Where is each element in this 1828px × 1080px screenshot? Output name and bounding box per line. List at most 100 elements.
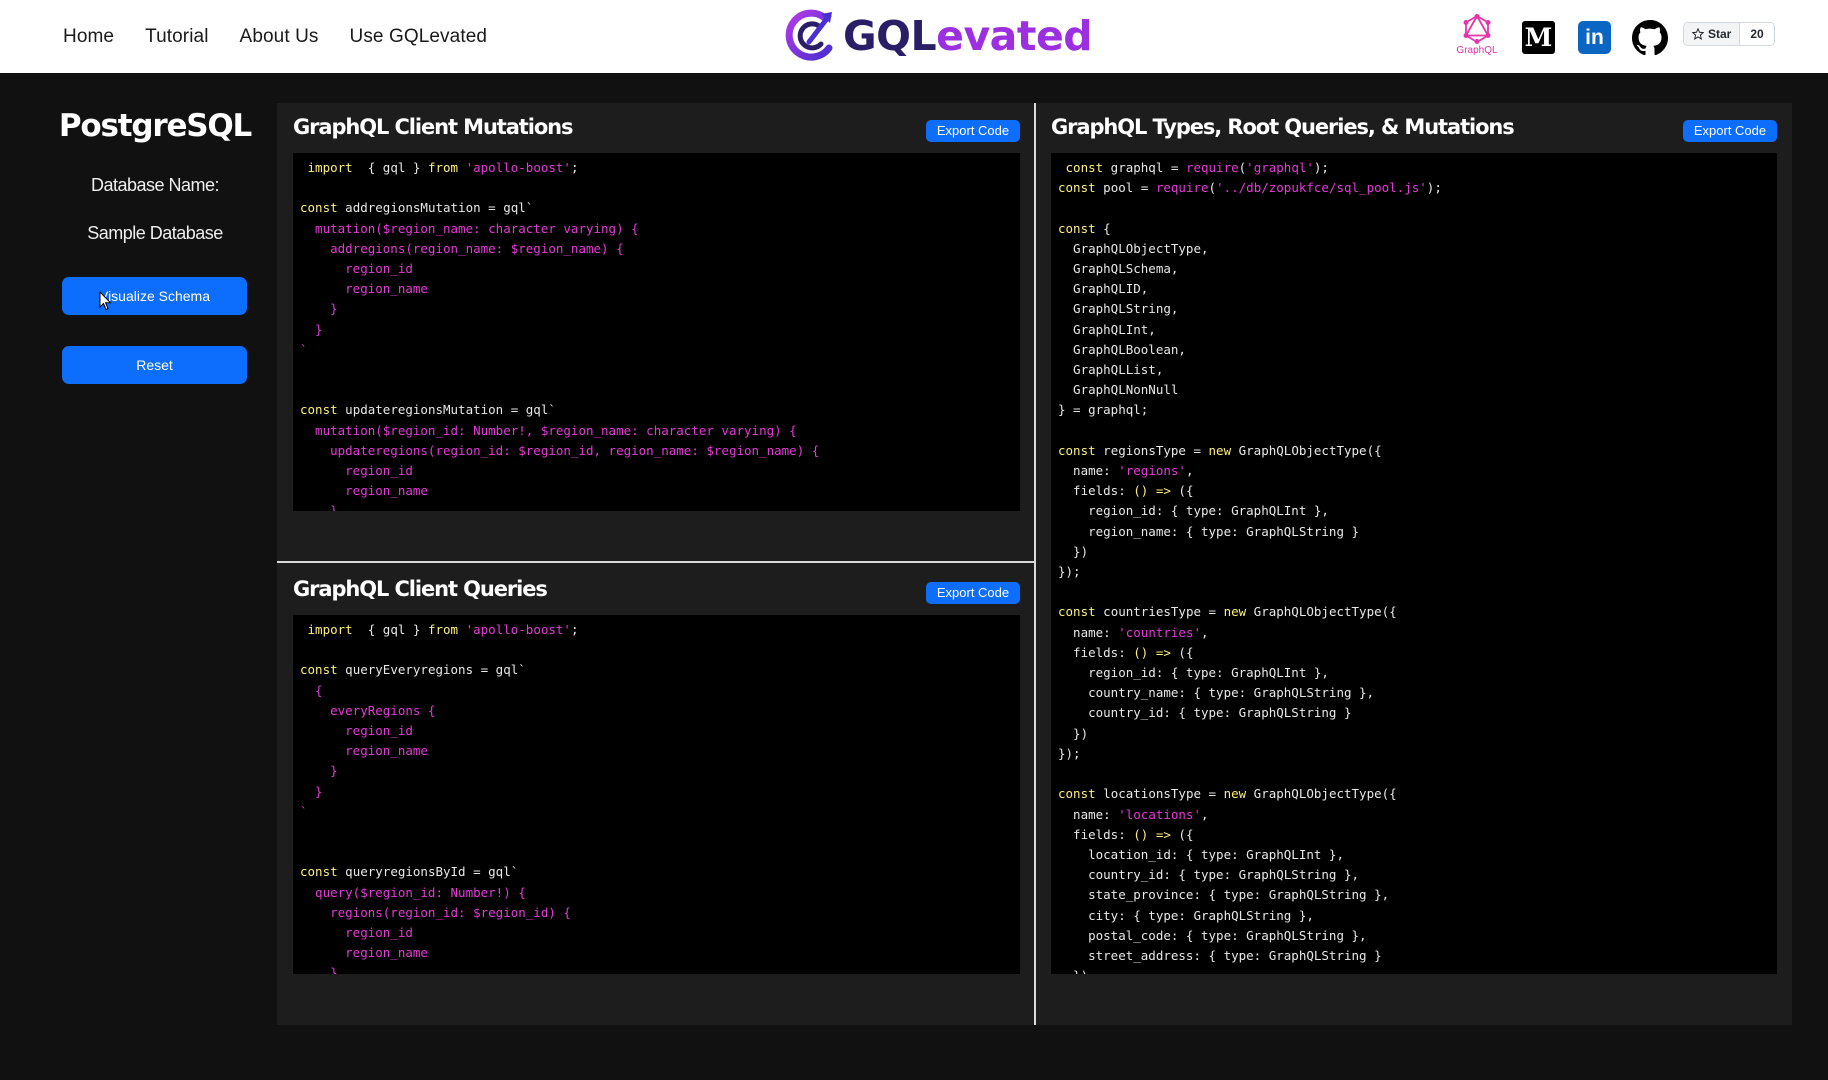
code-line: location_id: { type: GraphQLInt }, [1058,845,1777,865]
nav-about-link[interactable]: About Us [240,26,319,48]
code-token: region_id: { type: GraphQLInt }, [1058,503,1329,519]
code-line: }) [1058,724,1777,744]
code-line: fields: () => ({ [1058,825,1777,845]
code-line: postal_code: { type: GraphQLString }, [1058,926,1777,946]
code-token: GraphQLID, [1058,281,1149,297]
code-token: GraphQLBoolean, [1058,341,1186,357]
graphql-link[interactable]: GraphQL [1451,14,1503,68]
code-token: import [300,160,353,175]
code-token: } [300,301,338,317]
reset-button[interactable]: Reset [62,346,247,384]
types-code-block: const graphql = require('graphql'); const… [1051,153,1777,974]
code-token: } = graphql; [1058,402,1149,418]
code-token: region_id [300,261,413,277]
code-token: , [1201,624,1209,640]
code-token: const [300,402,338,418]
medium-icon[interactable]: M [1522,21,1555,54]
code-line: region_id [300,923,1020,943]
code-line: GraphQLInt, [1058,320,1777,340]
code-token: postal_code: { type: GraphQLString }, [1058,927,1367,943]
code-token: ); [1313,160,1329,175]
star-count[interactable]: 20 [1740,23,1774,45]
code-token: locationsType = [1095,786,1224,802]
code-token: new [1208,442,1232,458]
code-token: new [1223,604,1247,620]
code-token: () => [1133,644,1171,660]
code-token: { [300,682,323,698]
code-line: } [300,299,1020,319]
code-token: GraphQLList, [1058,362,1164,378]
export-types-button[interactable]: Export Code [1683,120,1777,142]
code-line: region_name: { type: GraphQLString } [1058,522,1777,542]
code-line: fields: () => ({ [1058,643,1777,663]
visualize-schema-button[interactable]: Visualize Schema [62,277,247,315]
code-line: region_name [300,741,1020,761]
code-token: }) [1058,968,1088,974]
code-token: name: [1058,624,1119,640]
code-token: queryregionsById = gql` [337,864,519,880]
code-line: GraphQLString, [1058,299,1777,319]
code-token: const [1058,786,1096,802]
brand-logo[interactable]: GQLevated [785,5,1093,67]
code-token: { gql } [352,160,428,175]
star-icon [1692,28,1704,40]
code-token: query($region_id: Number!) { [300,884,526,900]
code-line: { [300,681,1020,701]
export-queries-button[interactable]: Export Code [926,582,1020,604]
code-token: 'graphql' [1246,160,1314,175]
code-line: regions(region_id: $region_id) { [300,903,1020,923]
nav-use-link[interactable]: Use GQLevated [350,26,488,48]
code-token: } [300,503,338,511]
github-icon[interactable] [1632,20,1668,56]
code-token: pool = [1095,180,1156,196]
code-line: import { gql } from 'apollo-boost'; [300,158,1020,178]
code-line: }) [1058,542,1777,562]
code-token: 'apollo-boost' [465,622,571,637]
code-token: region_name: { type: GraphQLString } [1058,523,1360,539]
code-token: } [300,965,338,974]
code-line: GraphQLList, [1058,360,1777,380]
database-name-label: Database Name: [90,175,220,195]
code-token: import [300,622,353,637]
code-token: ({ [1170,483,1194,499]
code-token: region_id [300,925,413,941]
nav-home-link[interactable]: Home [63,26,114,48]
code-line: ` [300,802,1020,822]
code-token: graphql = [1103,160,1186,175]
code-token: state_province: { type: GraphQLString }, [1058,887,1390,903]
code-line: country_name: { type: GraphQLString }, [1058,683,1777,703]
code-line: mutation($region_name: character varying… [300,219,1020,239]
code-token: region_name [300,945,428,961]
code-token: GraphQLNonNull [1058,382,1179,398]
code-line: region_id [300,259,1020,279]
mutations-code: import { gql } from 'apollo-boost'; cons… [293,153,1020,511]
code-line: addregions(region_name: $region_name) { [300,239,1020,259]
sidebar: PostgreSQL Database Name: Sample Databas… [0,73,280,1080]
code-token: country_id: { type: GraphQLString } [1058,705,1352,721]
code-token: 'locations' [1118,806,1202,822]
nav-links: Home Tutorial About Us Use GQLevated [63,0,518,73]
panel-divider-horizontal [277,561,1034,563]
code-token: ` [300,803,308,819]
database-name-value: Sample Database [87,223,223,243]
queries-panel-title: GraphQL Client Queries [293,577,548,601]
mouse-cursor-icon [99,291,112,311]
code-token: region_id [300,463,413,479]
code-token: country_name: { type: GraphQLString }, [1058,685,1375,701]
code-line: region_id [300,721,1020,741]
export-mutations-button[interactable]: Export Code [926,120,1020,142]
code-line: region_name [300,481,1020,501]
code-token: region_id: { type: GraphQLInt }, [1058,665,1329,681]
linkedin-icon[interactable]: in [1578,21,1611,54]
star-button[interactable]: Star [1684,23,1741,45]
nav-tutorial-link[interactable]: Tutorial [145,26,208,48]
code-token: ; [570,622,579,637]
github-star-widget[interactable]: Star 20 [1683,22,1775,46]
code-token: updateregions(region_id: $region_id, reg… [300,442,820,458]
code-token: () => [1133,483,1171,499]
